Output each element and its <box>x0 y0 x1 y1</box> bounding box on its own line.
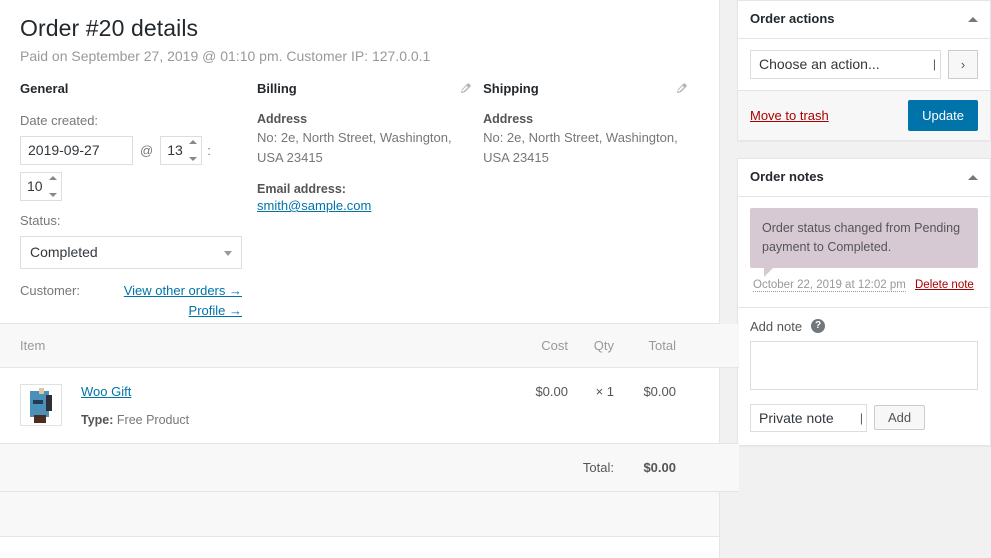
list-item: Order status changed from Pending paymen… <box>750 208 978 291</box>
page-title: Order #20 details <box>20 14 699 44</box>
customer-links: View other orders → Profile → <box>124 281 242 321</box>
time-colon: : <box>202 143 211 158</box>
item-cell: Woo Gift Type: Free Product <box>0 368 510 444</box>
item-cost: $0.00 <box>510 368 568 444</box>
pencil-icon[interactable] <box>675 81 689 95</box>
customer-row: Customer: View other orders → Profile → <box>20 281 242 321</box>
minute-stepper[interactable] <box>20 172 62 201</box>
note-content: Order status changed from Pending paymen… <box>750 208 978 268</box>
date-created-input[interactable] <box>20 136 133 165</box>
status-label: Status: <box>20 212 242 230</box>
column-header-cost: Cost <box>510 324 568 368</box>
order-status-select[interactable]: Completed <box>20 236 242 269</box>
totals-spacer-right <box>676 444 739 492</box>
add-note-label-row: Add note ? <box>750 319 978 334</box>
product-thumbnail <box>20 384 62 426</box>
at-separator: @ <box>133 143 160 158</box>
order-actions-body: Choose an action... | › <box>738 39 990 90</box>
totals-spacer-left <box>0 444 510 492</box>
hour-stepper[interactable] <box>160 136 202 165</box>
order-subtitle: Paid on September 27, 2019 @ 01:10 pm. C… <box>20 46 699 67</box>
product-type-meta: Type: Free Product <box>81 413 189 427</box>
order-actions-header: Order actions <box>738 1 990 39</box>
order-main-column: Order #20 details Paid on September 27, … <box>0 0 720 558</box>
move-to-trash-link[interactable]: Move to trash <box>750 108 829 123</box>
billing-column: Billing Address No: 2e, North Street, Wa… <box>257 81 483 358</box>
update-button[interactable]: Update <box>908 100 978 132</box>
order-sidebar: Order actions Choose an action... | › Mo… <box>720 0 991 558</box>
order-data-columns: General Date created: @ : <box>0 67 719 358</box>
order-notes-title: Order notes <box>750 169 824 186</box>
column-header-total: Total <box>614 324 676 368</box>
column-header-qty: Qty <box>568 324 614 368</box>
add-note-section: Add note ? Private note | Add <box>738 307 990 445</box>
order-total-value: $0.00 <box>614 444 676 492</box>
chevron-down-icon <box>224 251 232 256</box>
product-type-value: Free Product <box>117 413 189 427</box>
view-other-orders-link[interactable]: View other orders → <box>124 281 242 301</box>
order-header: Order #20 details Paid on September 27, … <box>0 0 719 67</box>
item-spacer <box>676 368 739 444</box>
item-total: $0.00 <box>614 368 676 444</box>
minute-spinner-arrows[interactable] <box>47 176 59 197</box>
product-name-link[interactable]: Woo Gift <box>81 384 189 399</box>
order-actions-footer: Move to trash Update <box>738 90 990 141</box>
shipping-heading: Shipping <box>483 81 699 98</box>
delete-note-link[interactable]: Delete note <box>915 279 974 291</box>
add-note-footer: Private note | Add <box>750 404 978 432</box>
note-meta: October 22, 2019 at 12:02 pm Delete note <box>750 268 978 291</box>
order-status-value: Completed <box>30 244 98 260</box>
help-icon[interactable]: ? <box>811 319 825 333</box>
chevron-up-icon[interactable] <box>968 17 978 22</box>
items-footer-area <box>0 492 719 537</box>
order-action-value: Choose an action... <box>759 56 880 72</box>
billing-heading: Billing <box>257 81 468 98</box>
column-header-spacer <box>676 324 739 368</box>
general-column: General Date created: @ : <box>20 81 257 358</box>
order-action-select[interactable]: Choose an action... | <box>750 50 941 79</box>
select-arrow-icon: | <box>933 51 935 78</box>
order-totals-row: Total: $0.00 <box>0 444 739 492</box>
order-actions-panel: Order actions Choose an action... | › Mo… <box>737 0 991 141</box>
note-date: October 22, 2019 at 12:02 pm <box>753 279 906 292</box>
order-total-label: Total: <box>510 444 614 492</box>
add-note-textarea[interactable] <box>750 341 978 390</box>
billing-email-link[interactable]: smith@sample.com <box>257 198 371 213</box>
billing-address-value: No: 2e, North Street, Washington, USA 23… <box>257 128 467 168</box>
table-row: Woo Gift Type: Free Product $0.00 × 1 $0… <box>0 368 739 444</box>
shipping-address-label: Address <box>483 112 699 126</box>
note-type-value: Private note <box>759 410 834 426</box>
product-type-label: Type: <box>81 413 113 427</box>
order-items-panel: Item Cost Qty Total <box>0 323 719 537</box>
order-notes-list: Order status changed from Pending paymen… <box>738 197 990 307</box>
select-arrow-icon: | <box>860 405 862 431</box>
apply-action-button[interactable]: › <box>948 50 978 79</box>
add-note-label: Add note <box>750 319 802 334</box>
chevron-up-icon[interactable] <box>968 175 978 180</box>
general-heading: General <box>20 81 242 98</box>
items-header-row: Item Cost Qty Total <box>0 324 739 368</box>
customer-label: Customer: <box>20 282 80 300</box>
billing-address-label: Address <box>257 112 468 126</box>
hour-spinner-arrows[interactable] <box>187 140 199 161</box>
order-notes-panel: Order notes Order status changed from Pe… <box>737 158 991 445</box>
customer-profile-link[interactable]: Profile → <box>124 301 242 321</box>
item-qty: × 1 <box>568 368 614 444</box>
order-actions-title: Order actions <box>750 11 835 28</box>
order-items-table: Item Cost Qty Total <box>0 324 739 492</box>
pencil-icon[interactable] <box>459 81 473 95</box>
billing-email-label: Email address: <box>257 182 468 196</box>
order-action-row: Choose an action... | › <box>750 50 978 79</box>
shipping-column: Shipping Address No: 2e, North Street, W… <box>483 81 699 358</box>
date-created-row: @ : <box>20 136 242 165</box>
note-type-select[interactable]: Private note | <box>750 404 867 432</box>
column-header-item: Item <box>0 324 510 368</box>
add-note-button[interactable]: Add <box>874 405 925 430</box>
date-created-label: Date created: <box>20 112 242 130</box>
shipping-address-value: No: 2e, North Street, Washington, USA 23… <box>483 128 693 168</box>
minute-row <box>20 172 242 201</box>
order-notes-header: Order notes <box>738 159 990 197</box>
admin-page-layout: Order #20 details Paid on September 27, … <box>0 0 991 558</box>
